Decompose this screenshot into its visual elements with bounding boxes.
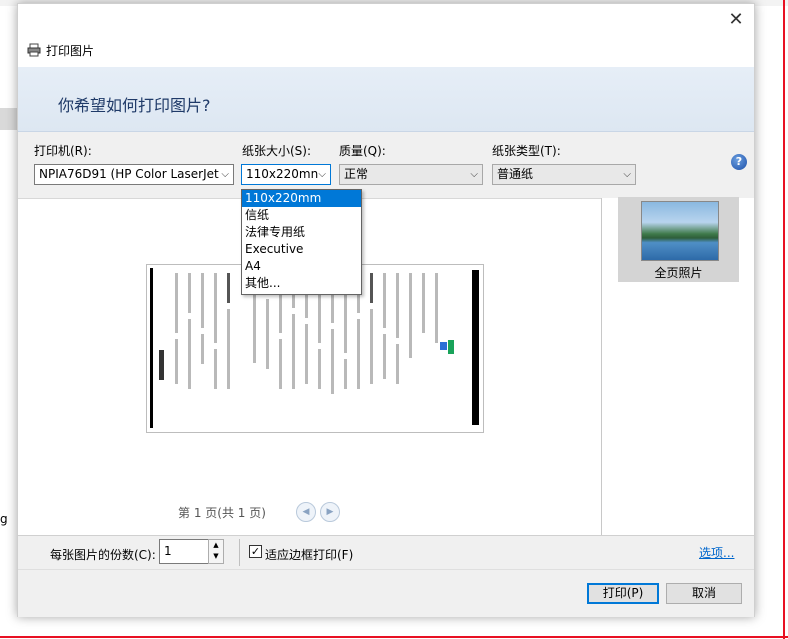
paper-type-label: 纸张类型(T): xyxy=(492,144,561,158)
spin-up-icon[interactable]: ▲ xyxy=(209,540,223,551)
landscape-thumbnail-image xyxy=(641,201,719,261)
page-preview-text-column xyxy=(342,273,348,423)
cancel-button[interactable]: 取消 xyxy=(666,583,742,604)
page-preview-text-column xyxy=(199,273,205,423)
separator xyxy=(239,539,240,566)
background-gray-block xyxy=(0,108,18,130)
printer-icon xyxy=(27,43,41,57)
page-preview-text-column xyxy=(407,273,413,423)
close-button[interactable]: ✕ xyxy=(724,8,748,32)
page-preview-text-column xyxy=(355,273,361,423)
paper-size-label: 纸张大小(S): xyxy=(242,144,312,158)
copies-label: 每张图片的份数(C): xyxy=(50,548,156,562)
fit-to-frame-checkbox[interactable]: ✓ xyxy=(249,545,262,558)
spin-down-icon[interactable]: ▼ xyxy=(209,551,223,562)
printer-label: 打印机(R): xyxy=(34,144,92,158)
print-button[interactable]: 打印(P) xyxy=(587,583,659,604)
page-preview-text-column xyxy=(433,273,439,423)
background-text: g xyxy=(0,512,8,526)
page-preview-text-column xyxy=(277,273,283,423)
copies-input[interactable]: 1 xyxy=(159,539,209,564)
help-icon[interactable]: ? xyxy=(731,154,747,170)
options-link[interactable]: 选项... xyxy=(699,544,734,561)
page-preview-text-column xyxy=(368,273,374,423)
paper-size-option[interactable]: A4 xyxy=(242,258,361,275)
page-preview-text-column xyxy=(186,273,192,423)
paper-size-select-value: 110x220mn xyxy=(246,167,319,181)
paper-size-option[interactable]: 110x220mm xyxy=(242,190,361,207)
chevron-down-icon: ⌵ xyxy=(470,169,478,180)
print-pictures-dialog: ✕ 打印图片 你希望如何打印图片? 打印机(R): 纸张大小(S): 质量(Q)… xyxy=(17,3,755,617)
page-preview-text-column xyxy=(264,273,270,423)
printer-select[interactable]: NPIA76D91 (HP Color LaserJet ⌵ xyxy=(34,164,234,185)
page-preview-text-column xyxy=(290,273,296,423)
paper-size-dropdown-list: 110x220mm 信纸 法律专用纸 Executive A4 其他... xyxy=(241,189,362,295)
quality-select-value: 正常 xyxy=(344,167,369,181)
dialog-title: 打印图片 xyxy=(46,44,95,58)
separator xyxy=(18,535,754,536)
page-preview-text-column xyxy=(316,273,322,423)
paper-type-select[interactable]: 普通纸 ⌵ xyxy=(492,164,636,185)
quality-select[interactable]: 正常 ⌵ xyxy=(339,164,483,185)
paper-size-option[interactable]: 其他... xyxy=(242,275,361,292)
page-preview-text-column xyxy=(303,273,309,423)
page-preview-border xyxy=(150,268,153,428)
page-preview-logo xyxy=(440,342,447,350)
page-preview-text-column xyxy=(420,273,426,423)
paper-size-option[interactable]: 信纸 xyxy=(242,207,361,224)
page-preview-text-column xyxy=(329,273,335,423)
layout-option-label: 全页照片 xyxy=(654,266,703,280)
page-preview-title xyxy=(159,350,164,380)
page-preview-text-column xyxy=(251,273,257,423)
background-red-edge xyxy=(783,0,785,639)
quality-label: 质量(Q): xyxy=(339,144,386,158)
paper-size-select[interactable]: 110x220mn ⌵ xyxy=(241,164,331,185)
printer-select-value: NPIA76D91 (HP Color LaserJet xyxy=(39,167,219,181)
banner-heading: 你希望如何打印图片? xyxy=(58,96,211,115)
chevron-down-icon: ⌵ xyxy=(221,169,229,180)
paper-size-option[interactable]: 法律专用纸 xyxy=(242,224,361,241)
copies-spinner[interactable]: ▲ ▼ xyxy=(208,539,224,564)
page-preview-badge xyxy=(448,340,454,354)
next-page-button[interactable]: ▶ xyxy=(320,502,340,522)
page-preview-edge-bar xyxy=(472,270,479,425)
page-preview-text-column xyxy=(173,273,179,423)
paper-size-option[interactable]: Executive xyxy=(242,241,361,258)
page-preview-text-column xyxy=(394,273,400,423)
paper-type-select-value: 普通纸 xyxy=(497,167,534,181)
title-bar xyxy=(18,4,754,67)
page-preview-text-column xyxy=(225,273,231,423)
chevron-down-icon: ⌵ xyxy=(318,169,326,180)
chevron-down-icon: ⌵ xyxy=(623,169,631,180)
previous-page-button[interactable]: ◀ xyxy=(296,502,316,522)
page-preview-text-column xyxy=(212,273,218,423)
page-indicator: 第 1 页(共 1 页) xyxy=(178,506,266,520)
background-red-bottom-edge xyxy=(0,636,788,638)
fit-to-frame-label: 适应边框打印(F) xyxy=(265,548,354,562)
page-preview-text-column xyxy=(381,273,387,423)
